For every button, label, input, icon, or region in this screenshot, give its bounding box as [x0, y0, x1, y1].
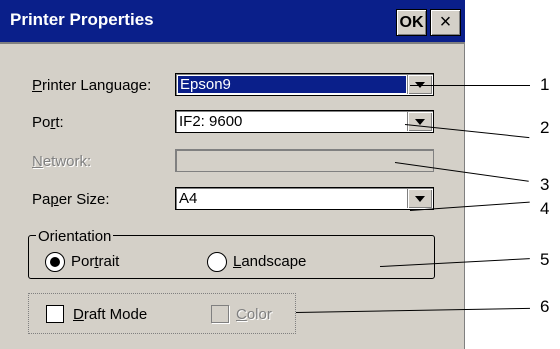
printer-language-label: Printer Language: [32, 77, 152, 94]
callout-number-2: 2 [540, 118, 550, 137]
callout-number-6: 6 [540, 297, 550, 316]
chevron-down-icon[interactable] [407, 112, 432, 131]
paper-size-value: A4 [179, 190, 198, 207]
callout-number-4: 4 [540, 199, 550, 218]
paper-size-label: Paper Size: [32, 191, 110, 208]
color-label: Color [236, 306, 272, 323]
chevron-down-icon[interactable] [407, 189, 432, 208]
network-field [175, 149, 434, 172]
landscape-radio[interactable] [207, 252, 227, 272]
callout-line-1 [410, 85, 530, 86]
callout-number-5: 5 [540, 250, 550, 269]
callout-number-1: 1 [540, 75, 550, 94]
paper-size-dropdown[interactable]: A4 [175, 187, 434, 210]
draft-mode-checkbox[interactable] [46, 305, 64, 323]
portrait-radio[interactable] [45, 252, 65, 272]
portrait-label[interactable]: Portrait [71, 253, 119, 270]
close-button[interactable]: × [430, 9, 461, 36]
port-value: IF2: 9600 [179, 113, 243, 130]
port-dropdown[interactable]: IF2: 9600 [175, 110, 434, 133]
callout-number-3: 3 [540, 175, 550, 194]
printer-language-value: Epson9 [177, 75, 407, 94]
draft-mode-label[interactable]: Draft Mode [73, 306, 147, 323]
port-label: Port: [32, 114, 64, 131]
title-bar: Printer Properties OK × [0, 0, 465, 44]
ok-button[interactable]: OK [396, 9, 427, 36]
printer-properties-dialog: Printer Properties OK × Printer Language… [0, 0, 465, 349]
orientation-group-label: Orientation [36, 228, 114, 245]
network-label: Network: [32, 153, 92, 170]
printer-language-dropdown[interactable]: Epson9 [175, 73, 434, 96]
window-title: Printer Properties [10, 10, 154, 29]
color-checkbox [211, 305, 229, 323]
landscape-label[interactable]: Landscape [233, 253, 306, 270]
